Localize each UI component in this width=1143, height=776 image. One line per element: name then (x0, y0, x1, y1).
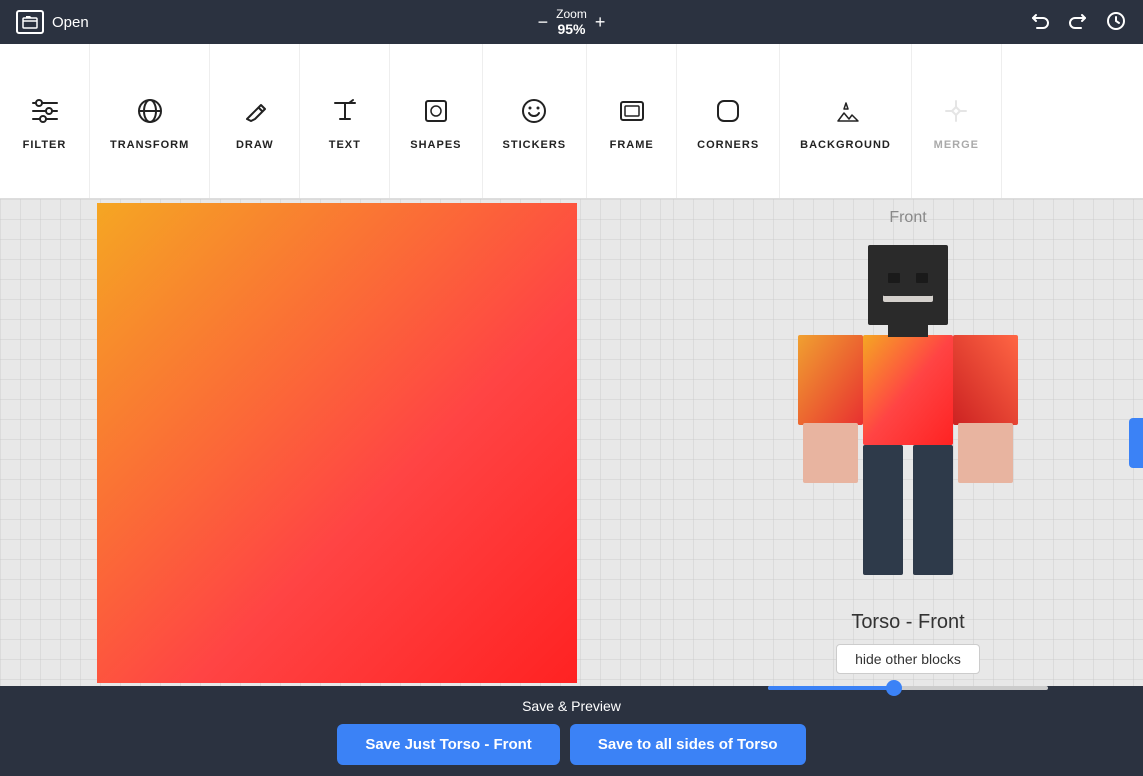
toolbar-item-frame[interactable]: FRAME (587, 44, 677, 198)
character-container (748, 235, 1068, 605)
corners-icon (708, 91, 748, 131)
frame-icon (612, 91, 652, 131)
text-icon (325, 91, 365, 131)
bottom-bar: Save & Preview Save Just Torso - Front S… (0, 686, 1143, 776)
slider-fill (768, 686, 894, 690)
background-label: BACKGROUND (800, 139, 891, 151)
view-label: Front (889, 209, 926, 227)
toolbar-item-background[interactable]: BACKGROUND (780, 44, 912, 198)
slider-track[interactable] (768, 686, 1048, 690)
toolbar-item-text[interactable]: TEXT (300, 44, 390, 198)
zoom-plus-button[interactable]: + (595, 13, 606, 31)
merge-label: MERGE (934, 139, 979, 151)
part-label: Torso - Front (851, 611, 964, 634)
preview-area: Front (673, 199, 1143, 686)
toolbar-item-corners[interactable]: CORNERS (677, 44, 780, 198)
toolbar: FILTER TRANSFORM DRAW (0, 44, 1143, 199)
zoom-label: Zoom (556, 7, 587, 21)
corners-label: CORNERS (697, 139, 759, 151)
toolbar-item-shapes[interactable]: SHAPES (390, 44, 482, 198)
canvas-area[interactable] (0, 199, 673, 686)
character-svg (748, 235, 1068, 605)
save-just-button[interactable]: Save Just Torso - Front (337, 724, 559, 765)
save-preview-label: Save & Preview (522, 698, 621, 714)
filter-icon (25, 91, 65, 131)
redo-button[interactable] (1067, 10, 1089, 35)
frame-label: FRAME (610, 139, 654, 151)
shapes-label: SHAPES (410, 139, 461, 151)
slider-container[interactable] (768, 686, 1048, 690)
zoom-display: Zoom 95% (556, 7, 587, 37)
open-app-icon (16, 10, 44, 34)
save-all-button[interactable]: Save to all sides of Torso (570, 724, 806, 765)
toolbar-item-stickers[interactable]: STICKERS (483, 44, 588, 198)
stickers-icon (514, 91, 554, 131)
toolbar-item-transform[interactable]: TRANSFORM (90, 44, 210, 198)
draw-icon (235, 91, 275, 131)
top-bar-right (1029, 10, 1127, 35)
zoom-control: − Zoom 95% + (538, 7, 606, 37)
toolbar-item-draw[interactable]: DRAW (210, 44, 300, 198)
zoom-minus-button[interactable]: − (538, 13, 549, 31)
history-button[interactable] (1105, 10, 1127, 35)
background-icon (826, 91, 866, 131)
top-bar-left: Open (16, 10, 89, 34)
text-label: TEXT (329, 139, 361, 151)
slider-thumb[interactable] (886, 680, 902, 696)
draw-label: DRAW (236, 139, 274, 151)
undo-button[interactable] (1029, 10, 1051, 35)
stickers-label: STICKERS (503, 139, 567, 151)
canvas-image[interactable] (97, 203, 577, 683)
zoom-value: 95% (556, 21, 587, 37)
filter-label: FILTER (23, 139, 67, 151)
bottom-buttons: Save Just Torso - Front Save to all side… (337, 724, 805, 765)
shapes-icon (416, 91, 456, 131)
hide-blocks-button[interactable]: hide other blocks (836, 644, 980, 674)
merge-icon (936, 91, 976, 131)
transform-icon (130, 91, 170, 131)
main-content: Front (0, 199, 1143, 686)
top-bar: Open − Zoom 95% + (0, 0, 1143, 44)
open-label[interactable]: Open (52, 14, 89, 31)
toolbar-item-filter[interactable]: FILTER (0, 44, 90, 198)
transform-label: TRANSFORM (110, 139, 189, 151)
side-tab[interactable] (1129, 418, 1143, 468)
toolbar-item-merge[interactable]: MERGE (912, 44, 1002, 198)
